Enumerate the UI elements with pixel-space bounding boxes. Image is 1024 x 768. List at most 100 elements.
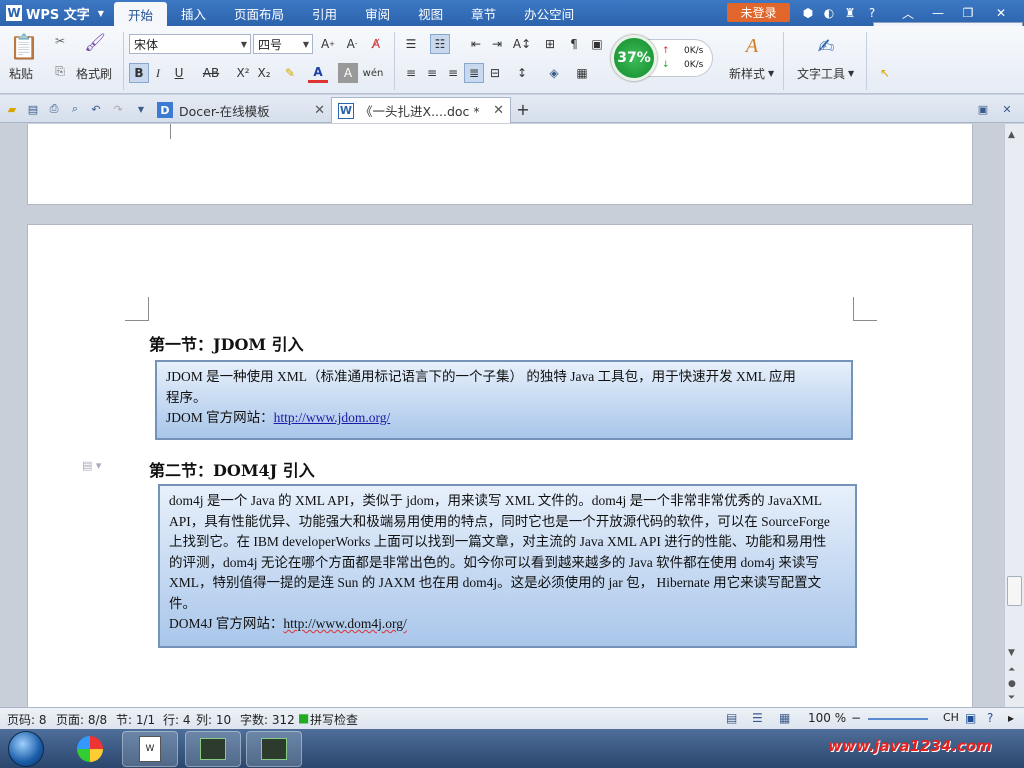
superscript-icon[interactable]: X²	[233, 63, 253, 83]
italic-icon[interactable]: I	[148, 63, 168, 83]
format-painter-icon[interactable]: 🖌	[84, 32, 106, 54]
close-all-icon[interactable]: ✕	[999, 101, 1015, 117]
keyboard-icon[interactable]: ▣	[965, 711, 976, 725]
highlight-icon[interactable]: ✎	[280, 63, 300, 83]
tab-current-document[interactable]: W 《一头扎进X....doc * ✕	[331, 97, 511, 123]
spell-check-button[interactable]: 拼写检查	[310, 711, 358, 728]
subscript-icon[interactable]: X₂	[254, 63, 274, 83]
row-indicator[interactable]: 行: 4	[163, 711, 191, 728]
column-indicator[interactable]: 列: 10	[196, 711, 231, 728]
select-cursor-icon[interactable]: ↖	[876, 64, 894, 82]
text-tools-button[interactable]: 文字工具 ▼	[797, 66, 854, 81]
open-folder-icon[interactable]: ▰	[4, 101, 20, 117]
strikethrough-icon[interactable]: AB	[198, 63, 224, 83]
font-size-select[interactable]: 四号 ▼	[253, 34, 313, 54]
paste-icon[interactable]: 📋	[8, 30, 40, 64]
menu-office-space[interactable]: 办公空间	[510, 0, 588, 26]
theme-icon[interactable]: ◐	[821, 5, 837, 21]
text-direction-icon[interactable]: A↕	[512, 34, 532, 54]
zoom-level[interactable]: 100 %	[808, 711, 846, 725]
scroll-up-icon[interactable]: ▲	[1008, 130, 1015, 140]
shrink-font-icon[interactable]: A-	[342, 34, 362, 54]
close-icon[interactable]: ✕	[993, 5, 1009, 21]
phonetic-guide-icon[interactable]: wén	[360, 63, 386, 83]
scroll-down-icon[interactable]: ▼	[1008, 648, 1015, 658]
skin-icon[interactable]: ⬢	[800, 5, 816, 21]
menu-references[interactable]: 引用	[298, 0, 351, 26]
close-icon[interactable]: ✕	[314, 103, 325, 118]
zoom-slider[interactable]	[868, 718, 928, 720]
jdom-text-box[interactable]: JDOM 是一种使用 XML（标准通用标记语言下的一个子集） 的独特 Java …	[155, 360, 853, 440]
clear-format-icon[interactable]: A̸	[366, 34, 386, 54]
align-left-icon[interactable]: ≡	[401, 63, 421, 83]
dom4j-text-box[interactable]: dom4j 是一个 Java 的 XML API，类似于 jdom，用来读写 X…	[158, 484, 857, 648]
web-view-icon[interactable]: ▦	[779, 711, 790, 725]
menu-chapter[interactable]: 章节	[457, 0, 510, 26]
scroll-thumb[interactable]	[1007, 576, 1022, 606]
underline-icon[interactable]: U	[169, 63, 189, 83]
collapse-ribbon-icon[interactable]: ︿	[900, 5, 916, 21]
bullet-list-icon[interactable]: ☰	[401, 34, 421, 54]
format-painter-button[interactable]: 格式刷	[76, 66, 112, 81]
wps-task-icon[interactable]: W	[122, 731, 178, 767]
char-shading-icon[interactable]: A	[338, 63, 358, 83]
tab-list-icon[interactable]: ▣	[975, 101, 991, 117]
outline-view-icon[interactable]: ☰	[752, 711, 763, 725]
app-task-icon[interactable]	[185, 731, 241, 767]
restore-icon[interactable]: ❐	[960, 5, 976, 21]
vertical-scrollbar[interactable]: ▲ ▼ ⏶ ● ⏷	[1004, 124, 1024, 707]
paste-button[interactable]: 粘贴	[9, 66, 33, 81]
save-icon[interactable]: ▤	[25, 101, 41, 117]
line-spacing-icon[interactable]: ↕	[512, 63, 532, 83]
show-marks-icon[interactable]: ¶	[564, 34, 584, 54]
select-browse-icon[interactable]: ●	[1008, 679, 1016, 689]
copy-icon[interactable]: ⎘	[53, 64, 67, 78]
font-name-select[interactable]: 宋体 ▼	[129, 34, 251, 54]
new-style-icon[interactable]: A	[738, 32, 766, 60]
print-preview-icon[interactable]: ⌕	[67, 101, 83, 117]
shirt-icon[interactable]: ♜	[842, 5, 858, 21]
bold-icon[interactable]: B	[129, 63, 149, 83]
minimize-icon[interactable]: —	[930, 5, 946, 21]
menu-review[interactable]: 审阅	[351, 0, 404, 26]
numbered-list-icon[interactable]: ☷	[430, 34, 450, 54]
frame-icon[interactable]: ▣	[587, 34, 607, 54]
menu-home[interactable]: 开始	[114, 2, 168, 26]
dom4j-url[interactable]: http://www.dom4j.org/	[283, 616, 406, 631]
chevron-down-icon[interactable]: ▼	[133, 101, 149, 117]
browser-icon[interactable]	[62, 731, 118, 767]
justify-icon[interactable]: ≣	[464, 63, 484, 83]
menu-insert[interactable]: 插入	[167, 0, 220, 26]
help-icon[interactable]: ?	[864, 5, 880, 21]
shading-icon[interactable]: ◈	[544, 63, 564, 83]
memory-usage-badge[interactable]: 37%	[611, 35, 657, 81]
close-icon[interactable]: ✕	[493, 103, 504, 118]
menu-view[interactable]: 视图	[404, 0, 457, 26]
align-center-icon[interactable]: ≡	[422, 63, 442, 83]
menu-page-layout[interactable]: 页面布局	[220, 0, 298, 26]
ime-lang[interactable]: CH	[943, 711, 959, 724]
jdom-link[interactable]: http://www.jdom.org/	[274, 410, 391, 425]
zoom-out-icon[interactable]: −	[851, 711, 861, 725]
table-icon[interactable]: ⊞	[540, 34, 560, 54]
start-button[interactable]	[8, 731, 44, 767]
font-color-icon[interactable]: A	[308, 63, 328, 83]
print-icon[interactable]: ⎙	[46, 101, 62, 117]
decrease-indent-icon[interactable]: ⇤	[466, 34, 486, 54]
page-number[interactable]: 页码: 8	[7, 711, 47, 728]
grow-font-icon[interactable]: A +	[318, 34, 338, 54]
page-view-icon[interactable]: ▤	[726, 711, 737, 725]
app-task-icon[interactable]	[246, 731, 302, 767]
distribute-icon[interactable]: ⊟	[485, 63, 505, 83]
expand-icon[interactable]: ▸	[1008, 711, 1014, 725]
undo-icon[interactable]: ↶	[88, 101, 104, 117]
next-page-icon[interactable]: ⏷	[1008, 693, 1015, 703]
cut-icon[interactable]: ✂	[53, 34, 67, 48]
wps-app-menu-button[interactable]: W WPS 文字 ▼	[2, 1, 114, 25]
new-tab-icon[interactable]: +	[515, 100, 531, 119]
tab-docer-templates[interactable]: D Docer-在线模板 ✕	[151, 97, 331, 123]
page-count[interactable]: 页面: 8/8	[56, 711, 107, 728]
new-style-button[interactable]: 新样式 ▼	[729, 66, 774, 81]
help-icon[interactable]: ?	[987, 711, 993, 725]
paragraph-handle-icon[interactable]: ▤ ▾	[82, 459, 101, 472]
